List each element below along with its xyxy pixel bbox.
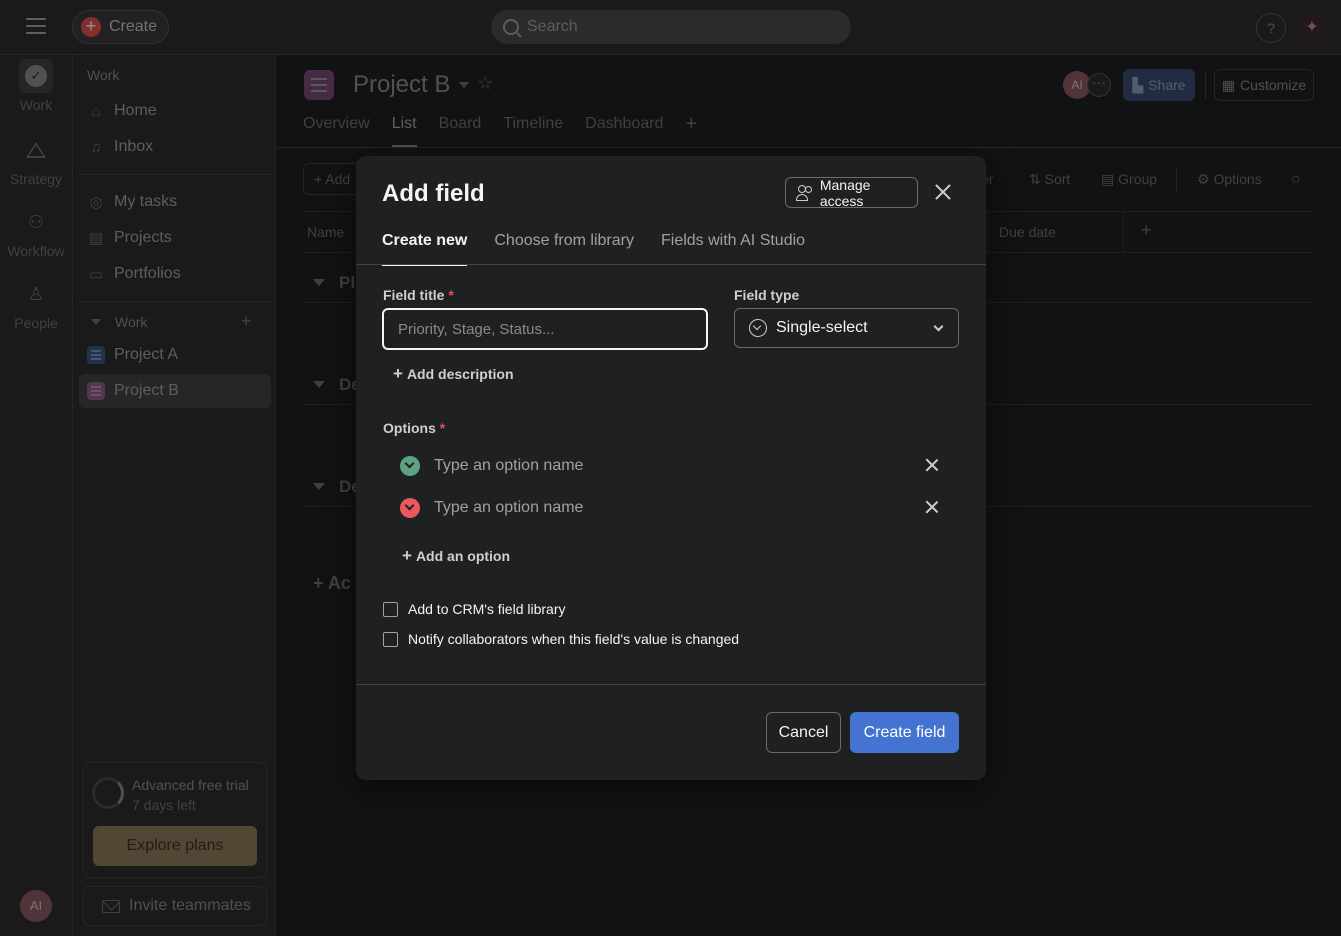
single-select-icon [749, 319, 767, 337]
add-field-dialog: Add field Manage access Create new Choos… [356, 156, 986, 780]
required-asterisk: * [439, 420, 446, 436]
options-label: Options * [383, 420, 445, 436]
dialog-title: Add field [382, 180, 485, 207]
option-row [400, 451, 940, 481]
tab-create-new[interactable]: Create new [382, 232, 468, 266]
checkbox-label: Notify collaborators when this field's v… [408, 631, 740, 647]
field-type-value: Single-select [776, 319, 868, 336]
option-name-input[interactable] [434, 494, 904, 522]
crm-library-checkbox-row[interactable]: Add to CRM's field library [383, 601, 566, 617]
add-description-label: Add description [406, 366, 514, 382]
option-color-icon[interactable] [400, 456, 420, 476]
dialog-tabs: Create new Choose from library Fields wi… [382, 232, 832, 266]
chevron-down-icon [933, 321, 944, 332]
options-label-text: Options [383, 420, 436, 436]
tab-fields-with-ai-studio[interactable]: Fields with AI Studio [661, 232, 805, 266]
manage-access-label: Manage access [819, 176, 871, 209]
add-option-label: Add an option [415, 548, 511, 564]
notify-collaborators-checkbox-row[interactable]: Notify collaborators when this field's v… [383, 631, 739, 647]
checkbox-label: Add to CRM's field library [408, 601, 566, 617]
crm-library-checkbox[interactable] [383, 601, 398, 617]
create-field-button[interactable]: Create field [850, 712, 959, 753]
tab-choose-from-library[interactable]: Choose from library [494, 232, 634, 266]
remove-option-icon[interactable] [924, 499, 940, 515]
close-icon[interactable] [933, 182, 953, 202]
option-name-input[interactable] [434, 452, 904, 480]
plus-icon: + [402, 546, 412, 565]
add-description-button[interactable]: + Add description [393, 364, 514, 384]
people-icon [796, 184, 814, 201]
notify-collaborators-checkbox[interactable] [383, 631, 398, 647]
plus-icon: + [393, 364, 403, 383]
field-type-label: Field type [734, 287, 800, 303]
field-title-label: Field title * [383, 287, 454, 303]
cancel-button[interactable]: Cancel [766, 712, 841, 753]
add-option-button[interactable]: + Add an option [402, 546, 510, 566]
option-row [400, 493, 940, 523]
field-title-label-text: Field title [383, 287, 445, 303]
footer-divider [356, 684, 986, 685]
manage-access-button[interactable]: Manage access [785, 176, 918, 209]
required-asterisk: * [448, 287, 454, 303]
option-color-icon[interactable] [400, 498, 420, 518]
remove-option-icon[interactable] [924, 457, 940, 473]
field-title-input[interactable] [382, 308, 708, 350]
tabs-divider [356, 264, 986, 265]
field-type-select[interactable]: Single-select [734, 308, 959, 348]
